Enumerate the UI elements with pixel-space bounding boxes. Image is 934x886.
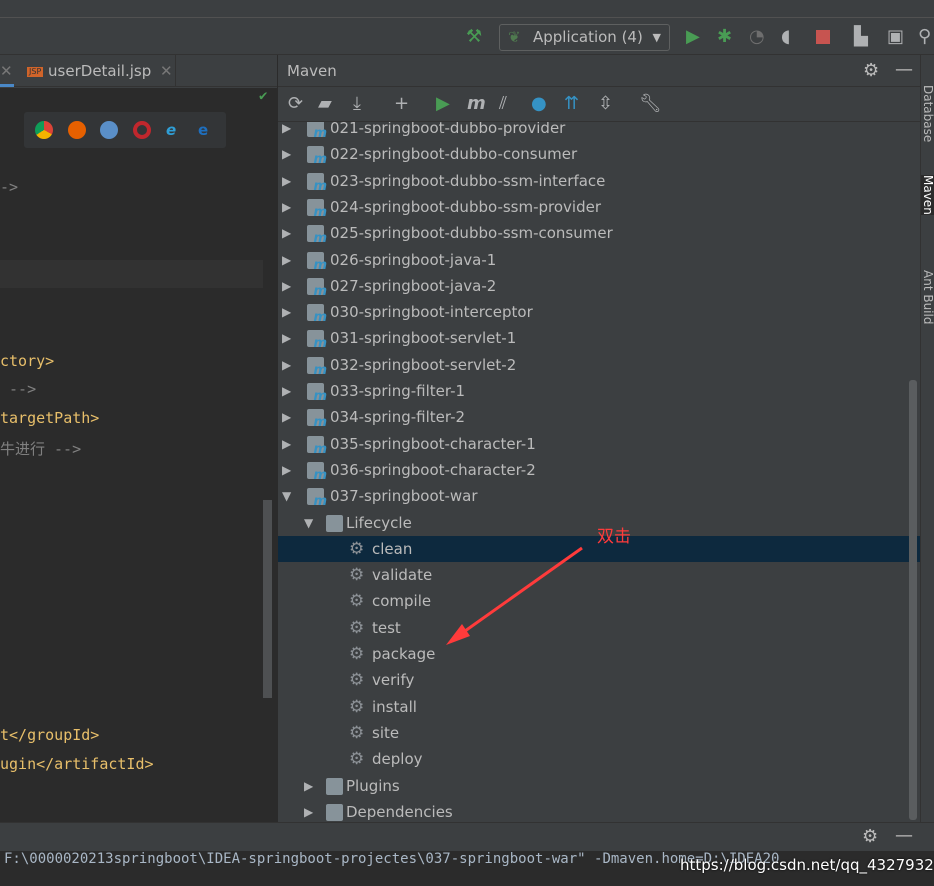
annotation-arrow — [446, 546, 583, 645]
arrow-shaft — [457, 546, 583, 638]
arrow-head — [446, 624, 470, 645]
